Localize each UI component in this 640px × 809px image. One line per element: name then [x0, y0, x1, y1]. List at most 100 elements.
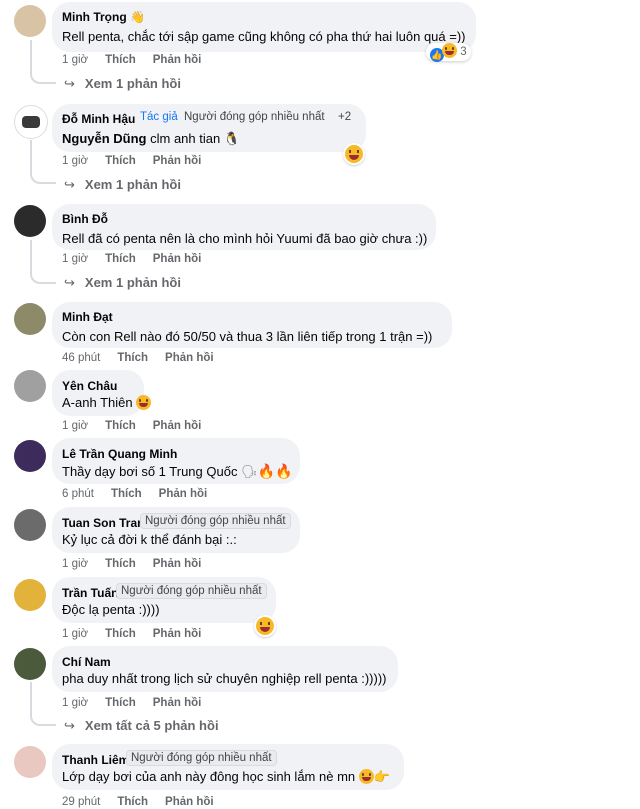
- reaction-summary[interactable]: 👍 3: [426, 43, 471, 62]
- reply-button[interactable]: Phản hồi: [153, 697, 202, 709]
- comment-actions: 1 giờ Thích Phản hồi: [62, 697, 218, 709]
- laugh-emoji-icon: [136, 395, 152, 410]
- avatar[interactable]: [14, 509, 46, 541]
- comment-text: Thầy dạy bơi số 1 Trung Quốc 🗣🔥🔥: [62, 463, 293, 479]
- comment-bubble: Đỗ Minh Hậu Tác giả Người đóng góp nhiều…: [52, 104, 366, 152]
- timestamp[interactable]: 46 phút: [62, 352, 100, 364]
- comment-text: A-anh Thiên: [62, 395, 152, 410]
- comment-bubble: Yên Châu A-anh Thiên: [52, 370, 152, 416]
- top-contributor-badge: Người đóng góp nhiều nhất: [116, 583, 267, 599]
- timestamp[interactable]: 1 giờ: [62, 628, 88, 640]
- commenter-name[interactable]: Trần Tuấn: [62, 586, 118, 600]
- top-contributor-badge: Người đóng góp nhiều nhất: [140, 513, 291, 529]
- reply-button[interactable]: Phản hồi: [153, 628, 202, 640]
- commenter-name[interactable]: Thanh Liêm: [62, 753, 129, 767]
- like-button[interactable]: Thích: [105, 420, 136, 432]
- reply-button[interactable]: Phản hồi: [153, 558, 202, 570]
- comment-actions: 1 giờ Thích Phản hồi: [62, 420, 218, 432]
- comment-text: pha duy nhất trong lịch sử chuyên nghiệp…: [62, 671, 387, 686]
- comment-actions: 46 phút Thích Phản hồi: [62, 352, 231, 364]
- comment-actions: 29 phút Thích Phản hồi: [62, 796, 231, 808]
- reply-button[interactable]: Phản hồi: [153, 155, 202, 167]
- author-badge: Tác giả: [140, 111, 178, 123]
- view-replies-link[interactable]: ↪ Xem tất cả 5 phản hồi: [64, 718, 219, 734]
- fire-emoji-icon: 🔥🔥: [257, 463, 293, 479]
- thread-line: [30, 140, 56, 184]
- comment-bubble: Trần Tuấn Người đóng góp nhiều nhất Độc …: [52, 577, 276, 623]
- reply-button[interactable]: Phản hồi: [153, 54, 202, 66]
- avatar[interactable]: [14, 5, 46, 37]
- haha-reaction-icon: [442, 43, 457, 58]
- like-button[interactable]: Thích: [105, 697, 136, 709]
- comment-text: Rell penta, chắc tới sập game cũng không…: [62, 29, 466, 44]
- comment-actions: 1 giờ Thích Phản hồi: [62, 155, 218, 167]
- avatar[interactable]: [14, 105, 48, 139]
- view-replies-link[interactable]: ↪ Xem 1 phản hồi: [64, 76, 181, 92]
- like-button[interactable]: Thích: [105, 628, 136, 640]
- comment-text: Độc lạ penta :)))): [62, 602, 160, 617]
- commenter-name[interactable]: Lê Trần Quang Minh: [62, 447, 177, 461]
- like-button[interactable]: Thích: [105, 253, 136, 265]
- comment-bubble: Tuan Son Tran Người đóng góp nhiều nhất …: [52, 507, 300, 553]
- haha-reaction-icon[interactable]: [254, 615, 276, 637]
- like-button[interactable]: Thích: [105, 155, 136, 167]
- commenter-name[interactable]: Tuan Son Tran: [62, 516, 144, 530]
- timestamp[interactable]: 1 giờ: [62, 253, 88, 265]
- comment-bubble: Thanh Liêm Người đóng góp nhiều nhất Lớp…: [52, 744, 404, 790]
- comment-text: Lớp dạy bơi của anh này đông học sinh lắ…: [62, 769, 390, 784]
- mention-link[interactable]: Nguyễn Dũng: [62, 131, 147, 146]
- commenter-name[interactable]: Minh Trọng 👋: [62, 10, 145, 24]
- comment-actions: 1 giờ Thích Phản hồi: [62, 558, 218, 570]
- haha-reaction-icon[interactable]: [343, 143, 365, 165]
- like-button[interactable]: Thích: [111, 488, 142, 500]
- avatar[interactable]: [14, 303, 46, 335]
- timestamp[interactable]: 1 giờ: [62, 558, 88, 570]
- reply-button[interactable]: Phản hồi: [153, 253, 202, 265]
- timestamp[interactable]: 29 phút: [62, 796, 100, 808]
- timestamp[interactable]: 1 giờ: [62, 54, 88, 66]
- reaction-count: 3: [460, 46, 467, 58]
- comment-actions: 1 giờ Thích Phản hồi: [62, 253, 218, 265]
- comment-text: Rell đã có penta nên là cho mình hỏi Yuu…: [62, 231, 428, 246]
- like-button[interactable]: Thích: [117, 352, 148, 364]
- commenter-name[interactable]: Đỗ Minh Hậu: [62, 112, 135, 126]
- timestamp[interactable]: 1 giờ: [62, 420, 88, 432]
- comment-text: Kỷ lục cả đời k thể đánh bại :.:: [62, 532, 237, 547]
- reply-button[interactable]: Phản hồi: [165, 352, 214, 364]
- reply-button[interactable]: Phản hồi: [153, 420, 202, 432]
- timestamp[interactable]: 1 giờ: [62, 697, 88, 709]
- reply-button[interactable]: Phản hồi: [165, 796, 214, 808]
- comment-actions: 1 giờ Thích Phản hồi: [62, 54, 218, 66]
- avatar[interactable]: [14, 579, 46, 611]
- comment-bubble: Lê Trần Quang Minh Thầy dạy bơi số 1 Tru…: [52, 438, 300, 484]
- comment-bubble: Bình Đỗ Rell đã có penta nên là cho mình…: [52, 204, 436, 250]
- avatar[interactable]: [14, 440, 46, 472]
- view-replies-link[interactable]: ↪ Xem 1 phản hồi: [64, 275, 181, 291]
- reply-arrow-icon: ↪: [64, 76, 75, 91]
- commenter-name[interactable]: Minh Đạt: [62, 310, 113, 324]
- like-button[interactable]: Thích: [105, 558, 136, 570]
- wave-icon: 👋: [130, 10, 145, 24]
- avatar[interactable]: [14, 370, 46, 402]
- commenter-name[interactable]: Bình Đỗ: [62, 212, 108, 226]
- thread-line: [30, 682, 56, 726]
- timestamp[interactable]: 1 giờ: [62, 155, 88, 167]
- avatar[interactable]: [14, 746, 46, 778]
- comment-bubble: Chí Nam pha duy nhất trong lịch sử chuyê…: [52, 646, 398, 692]
- avatar[interactable]: [14, 205, 46, 237]
- reply-arrow-icon: ↪: [64, 718, 75, 733]
- pointing-emoji-icon: 👉: [373, 769, 390, 784]
- like-button[interactable]: Thích: [105, 54, 136, 66]
- avatar[interactable]: [14, 648, 46, 680]
- reply-button[interactable]: Phản hồi: [159, 488, 208, 500]
- more-badges[interactable]: +2: [334, 110, 355, 124]
- top-contributor-badge: Người đóng góp nhiều nhất: [126, 750, 277, 766]
- view-replies-link[interactable]: ↪ Xem 1 phản hồi: [64, 177, 181, 193]
- like-button[interactable]: Thích: [117, 796, 148, 808]
- timestamp[interactable]: 6 phút: [62, 488, 94, 500]
- comment-text: Nguyễn Dũng clm anh tian 🐧: [62, 131, 241, 146]
- comment-bubble: Minh Trọng 👋 Rell penta, chắc tới sập ga…: [52, 2, 476, 52]
- reply-arrow-icon: ↪: [64, 275, 75, 290]
- commenter-name[interactable]: Yên Châu: [62, 379, 117, 393]
- commenter-name[interactable]: Chí Nam: [62, 655, 111, 669]
